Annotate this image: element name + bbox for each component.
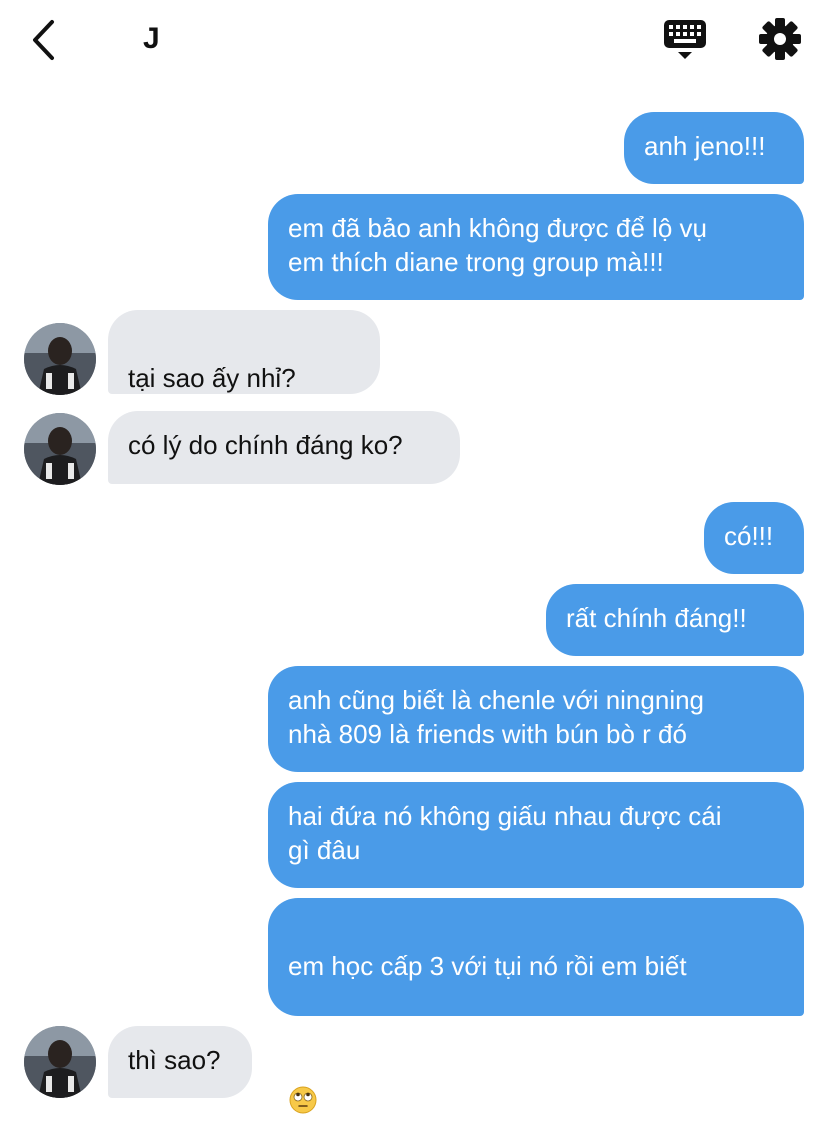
message-bubble-received[interactable]: thì sao? [108,1026,252,1098]
message-bubble-received[interactable]: tại sao ấy nhỉ? [108,310,380,456]
message-text: em học cấp 3 với tụi nó rồi em biết [288,951,687,981]
message-bubble-sent[interactable]: anh jeno!!! [624,112,804,184]
face-with-rolling-eyes-emoji [288,1051,318,1123]
message-bubble-sent[interactable]: anh cũng biết là chenle với ningning nhà… [268,666,804,772]
avatar-photo [24,1026,96,1098]
avatar-photo [24,323,96,395]
message-bubble-sent[interactable]: hai đứa nó không giấu nhau được cái gì đ… [268,782,804,888]
message-bubble-sent[interactable]: em học cấp 3 với tụi nó rồi em biết [268,898,804,1114]
contact-avatar[interactable] [24,1026,96,1098]
message-bubble-sent[interactable]: rất chính đáng!! [546,584,804,656]
contact-avatar[interactable] [24,413,96,485]
message-bubble-received[interactable]: có lý do chính đáng ko? [108,411,460,484]
avatar-photo [24,413,96,485]
message-text: tại sao ấy nhỉ? [128,363,296,393]
message-thread: anh jeno!!! em đã bảo anh không được để … [0,0,828,1114]
contact-avatar[interactable] [24,323,96,395]
message-bubble-sent[interactable]: có!!! [704,502,804,574]
message-bubble-sent[interactable]: em đã bảo anh không được để lộ vụ em thí… [268,194,804,300]
